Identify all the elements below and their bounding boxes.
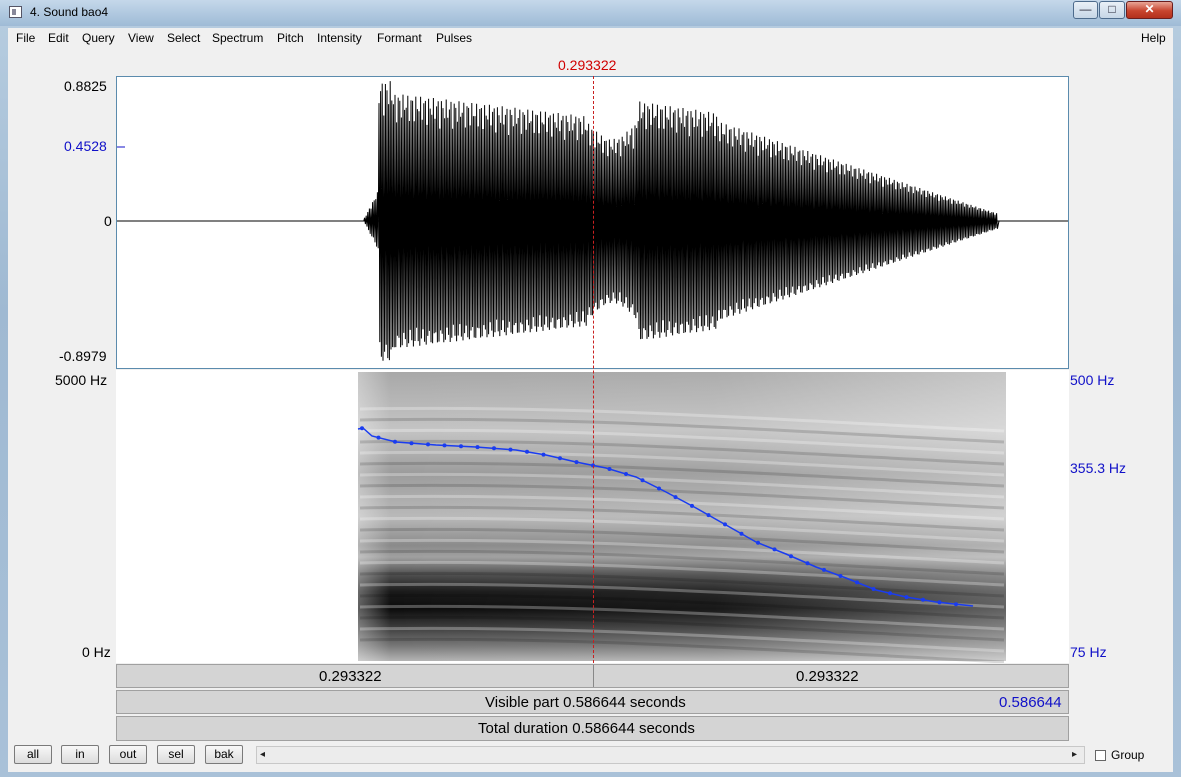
window-frame: 4. Sound bao4 — □ ✕ File Edit Query View… bbox=[0, 0, 1181, 777]
menu-help[interactable]: Help bbox=[1141, 31, 1166, 45]
minimize-icon: — bbox=[1079, 2, 1092, 16]
visible-part-label: Visible part 0.586644 seconds bbox=[485, 694, 686, 711]
pitch-point bbox=[492, 446, 496, 451]
scroll-right-icon[interactable]: ▸ bbox=[1072, 749, 1077, 760]
title-bar[interactable]: 4. Sound bao4 — □ ✕ bbox=[0, 0, 1181, 26]
pitch-point bbox=[607, 467, 612, 471]
pitch-point bbox=[426, 442, 430, 447]
window-title: 4. Sound bao4 bbox=[30, 5, 109, 19]
menu-intensity[interactable]: Intensity bbox=[317, 31, 362, 45]
all-button[interactable]: all bbox=[14, 745, 52, 764]
pitch-point bbox=[937, 600, 942, 605]
pitch-max-label: 500 Hz bbox=[1070, 372, 1115, 388]
pitch-point bbox=[541, 452, 546, 457]
menu-bar: File Edit Query View Select Spectrum Pit… bbox=[8, 28, 1173, 48]
pitch-point bbox=[838, 574, 843, 578]
total-duration-label: Total duration 0.586644 seconds bbox=[478, 720, 695, 737]
pitch-min-label: 75 Hz bbox=[1070, 644, 1107, 660]
pitch-point bbox=[822, 567, 826, 572]
maximize-button[interactable]: □ bbox=[1099, 1, 1125, 19]
segment-left[interactable]: 0.293322 bbox=[117, 665, 594, 687]
close-icon: ✕ bbox=[1144, 2, 1155, 16]
time-scrollbar[interactable]: ◂ ▸ bbox=[256, 746, 1085, 764]
pitch-point bbox=[904, 595, 909, 600]
pitch-point bbox=[739, 531, 744, 536]
pitch-point bbox=[574, 460, 579, 465]
pitch-point bbox=[756, 540, 760, 545]
in-button[interactable]: in bbox=[61, 745, 99, 764]
pitch-point bbox=[772, 547, 777, 552]
segment-right[interactable]: 0.293322 bbox=[594, 665, 1068, 687]
wave-y-cursor: 0.4528 bbox=[64, 138, 107, 154]
spec-freq-min: 0 Hz bbox=[82, 644, 111, 660]
editor-client: File Edit Query View Select Spectrum Pit… bbox=[8, 28, 1173, 772]
pitch-cursor-label: 355.3 Hz bbox=[1070, 460, 1127, 476]
pitch-point bbox=[640, 478, 645, 483]
wave-y-min: -0.8979 bbox=[59, 348, 107, 364]
pitch-point bbox=[360, 426, 364, 431]
menu-file[interactable]: File bbox=[16, 31, 35, 45]
pitch-point bbox=[558, 456, 562, 461]
menu-spectrum[interactable]: Spectrum bbox=[212, 31, 263, 45]
pitch-point bbox=[888, 591, 892, 596]
pitch-point bbox=[409, 441, 414, 446]
spec-freq-max: 5000 Hz bbox=[55, 372, 108, 388]
pitch-point bbox=[624, 472, 628, 476]
menu-pulses[interactable]: Pulses bbox=[436, 31, 472, 45]
menu-query[interactable]: Query bbox=[82, 31, 115, 45]
out-button[interactable]: out bbox=[109, 745, 147, 764]
group-checkbox[interactable] bbox=[1095, 750, 1106, 761]
visible-part-bar[interactable]: Visible part 0.586644 seconds bbox=[116, 690, 1069, 714]
pitch-point bbox=[690, 503, 694, 508]
selection-bar: 0.293322 0.293322 bbox=[116, 664, 1069, 688]
pitch-point bbox=[723, 522, 727, 527]
segment-left-duration: 0.293322 bbox=[319, 668, 382, 685]
menu-pitch[interactable]: Pitch bbox=[277, 31, 304, 45]
pitch-point bbox=[921, 597, 925, 602]
window-icon bbox=[9, 6, 22, 18]
pitch-point bbox=[805, 561, 810, 566]
pitch-point bbox=[459, 444, 463, 449]
segment-right-duration: 0.293322 bbox=[796, 668, 859, 685]
wave-y-max: 0.8825 bbox=[64, 78, 107, 94]
pitch-point bbox=[706, 513, 711, 518]
maximize-icon: □ bbox=[1108, 2, 1116, 16]
pitch-point bbox=[855, 580, 859, 585]
pitch-point bbox=[475, 445, 480, 450]
group-label: Group bbox=[1111, 748, 1145, 762]
wave-y-zero: 0 bbox=[104, 213, 112, 229]
close-button[interactable]: ✕ bbox=[1126, 1, 1173, 19]
scroll-left-icon[interactable]: ◂ bbox=[260, 749, 265, 760]
pitch-point bbox=[525, 449, 529, 454]
total-duration-bar[interactable]: Total duration 0.586644 seconds bbox=[116, 716, 1069, 741]
pitch-point bbox=[871, 587, 876, 591]
pitch-point bbox=[376, 435, 381, 440]
pitch-point bbox=[673, 495, 678, 500]
menu-view[interactable]: View bbox=[128, 31, 154, 45]
cursor-time-label: 0.293322 bbox=[558, 57, 617, 73]
pitch-point bbox=[442, 443, 447, 448]
minimize-button[interactable]: — bbox=[1073, 1, 1098, 19]
menu-formant[interactable]: Formant bbox=[377, 31, 422, 45]
cursor-line[interactable] bbox=[593, 76, 594, 663]
pitch-point bbox=[954, 602, 958, 607]
pitch-point bbox=[657, 486, 661, 491]
pitch-point bbox=[508, 447, 513, 452]
bak-button[interactable]: bak bbox=[205, 745, 243, 764]
pitch-point bbox=[789, 554, 793, 559]
pitch-point bbox=[393, 439, 397, 444]
sel-button[interactable]: sel bbox=[157, 745, 195, 764]
menu-select[interactable]: Select bbox=[167, 31, 200, 45]
menu-edit[interactable]: Edit bbox=[48, 31, 69, 45]
visible-end-time: 0.586644 bbox=[999, 694, 1062, 711]
